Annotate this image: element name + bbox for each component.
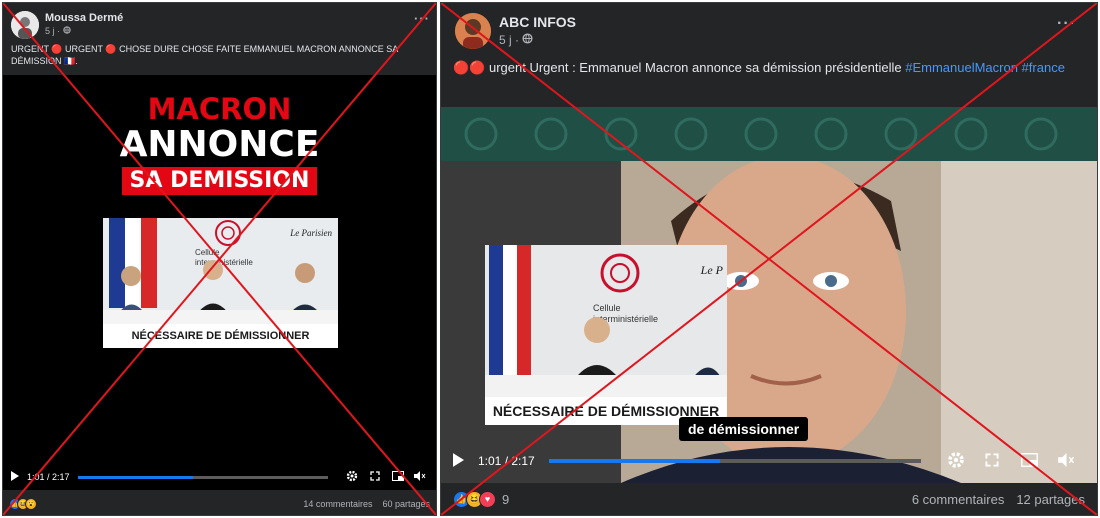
- reactions[interactable]: 👍 😆 😮: [9, 498, 37, 510]
- video-subtitle: de démissionner: [679, 417, 809, 441]
- reactions[interactable]: 👍 😆 ♥ 9: [453, 490, 510, 508]
- facebook-post-right: ABC INFOS 5 j · ··· 🔴🔴 urgent Urgent : E…: [440, 2, 1098, 516]
- love-icon: ♥: [479, 490, 496, 508]
- post-footer: 👍 😆 😮 14 commentaires 60 partages: [3, 495, 436, 513]
- video-player[interactable]: Le P Cellule interministérielle NÉCESSAI…: [441, 107, 1097, 483]
- volume-muted-icon[interactable]: [1057, 452, 1075, 470]
- video-time: 1:01 / 2:17: [478, 454, 535, 468]
- hashtag-emmanuelmacron[interactable]: #EmmanuelMacron: [905, 60, 1018, 75]
- headline-line-2: ANNONCE: [119, 124, 320, 165]
- post-time[interactable]: 5 j ·: [499, 33, 519, 47]
- picture-in-picture-icon[interactable]: [1020, 452, 1038, 470]
- decorative-pattern-band: [441, 107, 1097, 161]
- video-controls: 1:01 / 2:17: [441, 447, 1097, 475]
- globe-icon: [522, 33, 533, 47]
- video-player[interactable]: MACRON ANNONCE SA DEMISSION Cellule inte…: [3, 75, 436, 490]
- headline-line-3: SA DEMISSION: [129, 168, 310, 193]
- wow-icon: 😮: [25, 498, 37, 510]
- picture-in-picture-icon[interactable]: [391, 471, 404, 483]
- hashtag-france[interactable]: #france: [1022, 60, 1065, 75]
- post-caption: 🔴🔴 urgent Urgent : Emmanuel Macron annon…: [453, 59, 1083, 77]
- settings-gear-icon[interactable]: [947, 451, 965, 472]
- play-icon[interactable]: [11, 471, 19, 483]
- post-footer: 👍 😆 ♥ 9 6 commentaires 12 partages: [441, 487, 1097, 511]
- more-options-icon[interactable]: ···: [414, 11, 430, 26]
- fullscreen-icon[interactable]: [985, 452, 999, 470]
- globe-icon: [63, 26, 71, 36]
- progress-bar[interactable]: [548, 459, 921, 463]
- facebook-post-left: Moussa Dermé 5 j · ··· URGENT 🔴 URGENT 🔴…: [2, 2, 437, 516]
- post-time[interactable]: 5 j ·: [45, 26, 60, 36]
- post-caption: URGENT 🔴 URGENT 🔴 CHOSE DURE CHOSE FAITE…: [11, 44, 398, 67]
- volume-muted-icon[interactable]: [413, 471, 426, 483]
- more-options-icon[interactable]: ···: [1057, 15, 1076, 33]
- reaction-count: 9: [502, 491, 510, 507]
- shares-count[interactable]: 12 partages: [1016, 492, 1085, 507]
- headline-line-1: MACRON: [147, 92, 292, 126]
- progress-fill: [548, 459, 720, 463]
- progress-bar[interactable]: [77, 475, 328, 479]
- video-time: 1:01 / 2:17: [27, 472, 70, 482]
- video-controls: 1:01 / 2:17: [3, 467, 436, 487]
- fullscreen-icon[interactable]: [369, 471, 380, 483]
- avatar[interactable]: [11, 11, 39, 39]
- caption-text: 🔴🔴 urgent Urgent : Emmanuel Macron annon…: [453, 60, 902, 75]
- comments-count[interactable]: 14 commentaires: [303, 499, 372, 509]
- comments-count[interactable]: 6 commentaires: [912, 492, 1004, 507]
- banner-text: NÉCESSAIRE DE DÉMISSIONNER: [103, 324, 338, 348]
- progress-fill: [77, 475, 193, 479]
- shares-count[interactable]: 60 partages: [382, 499, 430, 509]
- author-name[interactable]: ABC INFOS: [499, 14, 576, 30]
- author-name[interactable]: Moussa Dermé: [45, 12, 123, 24]
- settings-gear-icon[interactable]: [346, 470, 358, 484]
- avatar[interactable]: [455, 13, 491, 49]
- play-icon[interactable]: [453, 452, 464, 470]
- press-conference-image: Cellule interministérielle Le Parisien N…: [103, 218, 338, 348]
- video-headline: MACRON ANNONCE SA DEMISSION: [3, 93, 436, 195]
- press-conference-inset: Le P Cellule interministérielle NÉCESSAI…: [485, 245, 727, 425]
